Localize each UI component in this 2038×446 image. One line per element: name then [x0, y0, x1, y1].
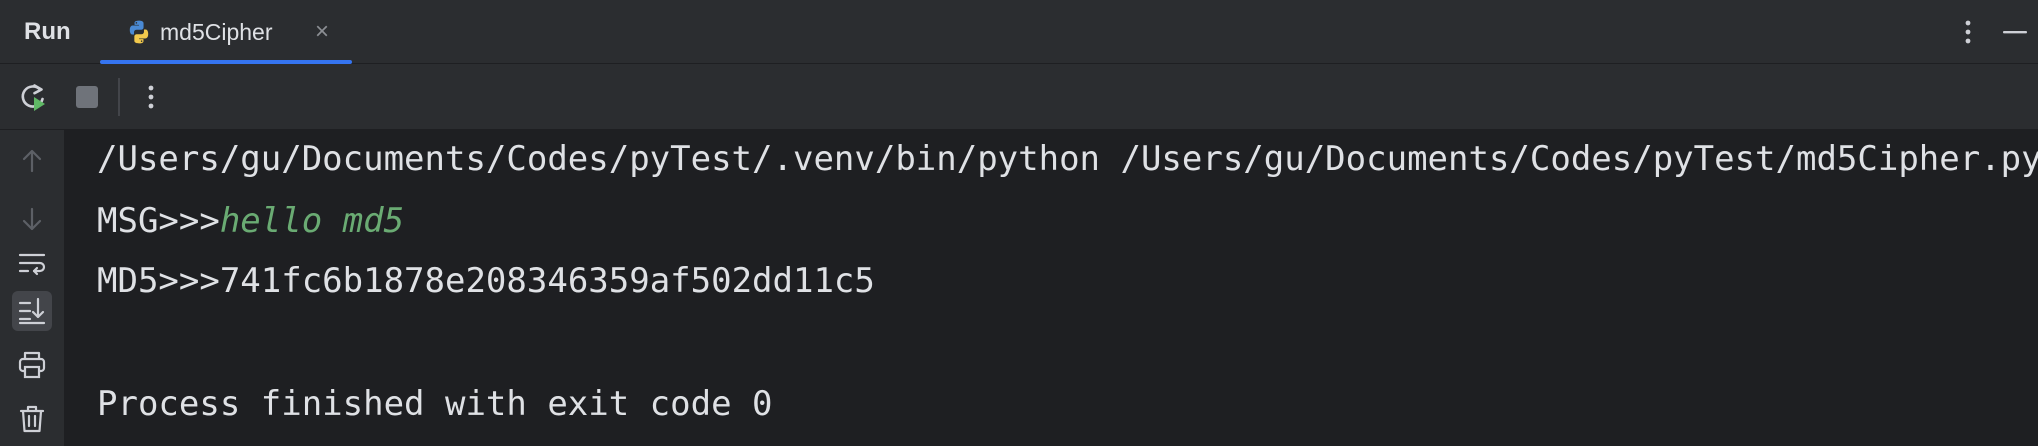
- msg-prompt: MSG>>>: [97, 201, 220, 241]
- arrow-up-icon[interactable]: [12, 141, 52, 181]
- msg-user-input: hello md5: [219, 201, 405, 241]
- minimize-icon[interactable]: [2000, 14, 2030, 50]
- tool-window-header: Run md5Cipher ×: [0, 0, 2038, 64]
- toolbar-separator: [118, 78, 120, 116]
- tab-label: md5Cipher: [160, 19, 273, 45]
- more-vertical-icon[interactable]: [1956, 14, 1980, 50]
- console-command-line: /Users/gu/Documents/Codes/pyTest/.venv/b…: [97, 139, 2038, 179]
- close-icon[interactable]: ×: [310, 20, 334, 44]
- tool-window-title: Run: [24, 18, 71, 45]
- console-gutter: [0, 130, 64, 446]
- md5-hash-value: 741fc6b1878e208346359af502dd11c5: [219, 261, 875, 301]
- console-exit-line: Process finished with exit code 0: [97, 384, 773, 424]
- run-toolbar: [0, 64, 2038, 130]
- trash-icon[interactable]: [12, 399, 52, 439]
- soft-wrap-icon[interactable]: [12, 243, 52, 283]
- stop-icon[interactable]: [68, 78, 106, 116]
- more-vertical-icon[interactable]: [132, 78, 170, 116]
- run-tool-window: Run md5Cipher × /Users/gu/Documents/Code…: [0, 0, 2038, 446]
- rerun-icon[interactable]: [14, 78, 52, 116]
- scroll-to-end-icon[interactable]: [12, 291, 52, 331]
- console-md5-line: MD5>>>741fc6b1878e208346359af502dd11c5: [97, 261, 875, 301]
- arrow-down-icon[interactable]: [12, 199, 52, 239]
- console-msg-line: MSG>>>hello md5: [97, 201, 404, 241]
- python-icon: [129, 20, 149, 44]
- console-output[interactable]: /Users/gu/Documents/Codes/pyTest/.venv/b…: [64, 130, 2038, 446]
- md5-prompt: MD5>>>: [97, 261, 220, 301]
- tab-md5cipher[interactable]: md5Cipher ×: [100, 0, 352, 64]
- print-icon[interactable]: [12, 345, 52, 385]
